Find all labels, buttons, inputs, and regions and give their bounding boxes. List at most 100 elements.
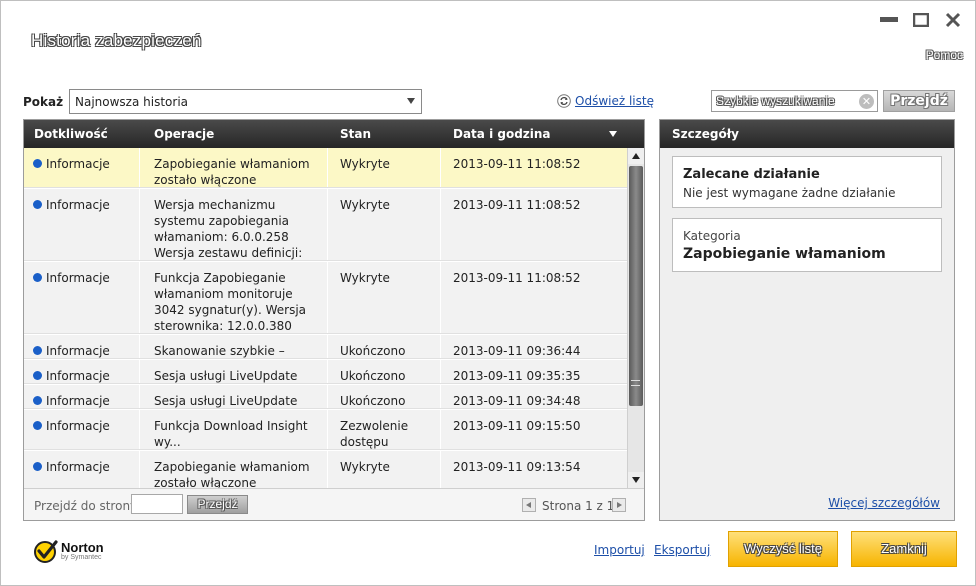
info-severity-icon xyxy=(33,346,42,355)
next-page-icon[interactable] xyxy=(612,498,626,512)
recommended-action-title: Zalecane działanie xyxy=(683,167,820,182)
show-filter-select[interactable]: Najnowsza historia xyxy=(69,89,422,114)
table-row[interactable]: Informacje Sesja usługi LiveUpdate Ukońc… xyxy=(24,360,627,384)
row-datetime: 2013-09-11 09:15:50 xyxy=(453,419,581,433)
row-severity: Informacje xyxy=(46,157,110,171)
export-link[interactable]: Eksportuj xyxy=(654,543,710,557)
clear-search-icon[interactable]: ✕ xyxy=(859,94,874,109)
info-severity-icon xyxy=(33,371,42,380)
quick-search-input[interactable] xyxy=(712,91,852,111)
row-datetime: 2013-09-11 11:08:52 xyxy=(453,198,581,212)
info-severity-icon xyxy=(33,396,42,405)
import-link[interactable]: Importuj xyxy=(594,543,645,557)
refresh-icon xyxy=(557,94,571,108)
grid-footer: Przejdź do strony: Przejdź Strona 1 z 1 xyxy=(24,488,644,520)
clear-list-button[interactable]: Wyczyść listę xyxy=(728,531,838,567)
table-row[interactable]: Informacje Sesja usługi LiveUpdate Ukońc… xyxy=(24,385,627,409)
grid-header: Dotkliwość Operacje Stan Data i godzina xyxy=(24,120,644,148)
scroll-down-icon[interactable] xyxy=(628,472,644,488)
row-datetime: 2013-09-11 09:36:44 xyxy=(453,344,581,358)
recommended-action-card: Zalecane działanie Nie jest wymagane żad… xyxy=(672,156,942,208)
brand-sub: by Symantec xyxy=(61,553,102,561)
page-indicator: Strona 1 z 1 xyxy=(542,499,615,513)
norton-logo: Norton by Symantec xyxy=(33,538,104,564)
row-status: Wykryte xyxy=(340,460,390,474)
row-operation: Zapobieganie włamaniom zostało włączone xyxy=(154,157,310,187)
column-severity[interactable]: Dotkliwość xyxy=(34,127,108,141)
window-title: Historia zabezpieczeń xyxy=(31,31,202,50)
info-severity-icon xyxy=(33,200,42,209)
goto-page-input[interactable] xyxy=(131,494,183,514)
info-severity-icon xyxy=(33,159,42,168)
row-datetime: 2013-09-11 11:08:52 xyxy=(453,157,581,171)
show-label: Pokaż xyxy=(23,95,64,109)
table-row[interactable]: Informacje Funkcja Download Insight wy..… xyxy=(24,410,627,450)
table-row[interactable]: Informacje Funkcja Zapobieganie włamanio… xyxy=(24,262,627,334)
table-row[interactable]: Informacje Skanowanie szybkie – wyniki U… xyxy=(24,335,627,374)
refresh-list-label: Odśwież listę xyxy=(575,94,654,108)
row-severity: Informacje xyxy=(46,271,110,285)
minimize-icon xyxy=(880,17,898,22)
norton-check-icon xyxy=(34,540,58,563)
brand-name: Norton xyxy=(61,539,104,555)
info-severity-icon xyxy=(33,462,42,471)
scroll-grip xyxy=(631,380,640,386)
more-details-link[interactable]: Więcej szczegółów xyxy=(828,496,940,510)
goto-page-button[interactable]: Przejdź xyxy=(187,495,248,514)
row-status: Wykryte xyxy=(340,198,390,212)
row-datetime: 2013-09-11 09:13:54 xyxy=(453,460,581,474)
row-status: Ukończono xyxy=(340,344,406,358)
row-operation: Sesja usługi LiveUpdate xyxy=(154,394,298,408)
recommended-action-text: Nie jest wymagane żadne działanie xyxy=(683,186,896,200)
table-row[interactable]: Informacje Zapobieganie włamaniom został… xyxy=(24,451,627,488)
maximize-button[interactable] xyxy=(911,11,931,29)
scroll-up-icon[interactable] xyxy=(628,148,644,164)
sort-descending-icon[interactable] xyxy=(609,131,617,137)
close-icon xyxy=(945,12,961,28)
row-severity: Informacje xyxy=(46,198,110,212)
category-card: Kategoria Zapobieganie włamaniom xyxy=(672,218,942,272)
table-row[interactable]: Informacje Wersja mechanizmu systemu zap… xyxy=(24,189,627,276)
grid-scrollbar[interactable] xyxy=(627,148,644,488)
row-status: Wykryte xyxy=(340,271,390,285)
row-status: Wykryte xyxy=(340,157,390,171)
goto-page-label: Przejdź do strony: xyxy=(34,499,141,513)
row-datetime: 2013-09-11 09:34:48 xyxy=(453,394,581,408)
security-history-window: Historia zabezpieczeń Pomoc Pokaż Najnow… xyxy=(0,0,976,586)
row-datetime: 2013-09-11 09:35:35 xyxy=(453,369,581,383)
refresh-list-link[interactable]: Odśwież listę xyxy=(557,94,654,108)
row-status: Zezwolenie dostępu xyxy=(340,419,409,449)
table-row[interactable]: Informacje Zapobieganie włamaniom został… xyxy=(24,148,627,188)
details-panel: Szczegóły Zalecane działanie Nie jest wy… xyxy=(659,119,955,521)
column-status[interactable]: Stan xyxy=(340,127,371,141)
row-severity: Informacje xyxy=(46,344,110,358)
details-header: Szczegóły xyxy=(660,120,954,148)
window-controls xyxy=(879,11,963,29)
help-link[interactable]: Pomoc xyxy=(926,48,963,62)
column-operations[interactable]: Operacje xyxy=(154,127,214,141)
maximize-icon xyxy=(913,13,929,27)
previous-page-icon[interactable] xyxy=(522,498,536,512)
row-severity: Informacje xyxy=(46,419,110,433)
info-severity-icon xyxy=(33,273,42,282)
scroll-thumb[interactable] xyxy=(629,166,643,406)
show-filter-value: Najnowsza historia xyxy=(75,95,189,109)
row-status: Ukończono xyxy=(340,369,406,383)
search-go-button[interactable]: Przejdź xyxy=(883,90,955,112)
row-status: Ukończono xyxy=(340,394,406,408)
row-severity: Informacje xyxy=(46,394,110,408)
close-window-button[interactable] xyxy=(943,11,963,29)
category-value: Zapobieganie włamaniom xyxy=(683,246,886,262)
row-severity: Informacje xyxy=(46,369,110,383)
grid-rows: Informacje Zapobieganie włamaniom został… xyxy=(24,148,627,488)
row-operation: Funkcja Zapobieganie włamaniom monitoruj… xyxy=(154,271,307,333)
close-button[interactable]: Zamknij xyxy=(851,531,957,567)
row-operation: Sesja usługi LiveUpdate xyxy=(154,369,298,383)
row-operation: Zapobieganie włamaniom zostało włączone xyxy=(154,460,310,488)
row-severity: Informacje xyxy=(46,460,110,474)
minimize-button[interactable] xyxy=(879,11,899,29)
row-operation: Funkcja Download Insight wy... xyxy=(154,419,308,449)
info-severity-icon xyxy=(33,421,42,430)
row-datetime: 2013-09-11 11:08:52 xyxy=(453,271,581,285)
column-datetime[interactable]: Data i godzina xyxy=(453,127,551,141)
